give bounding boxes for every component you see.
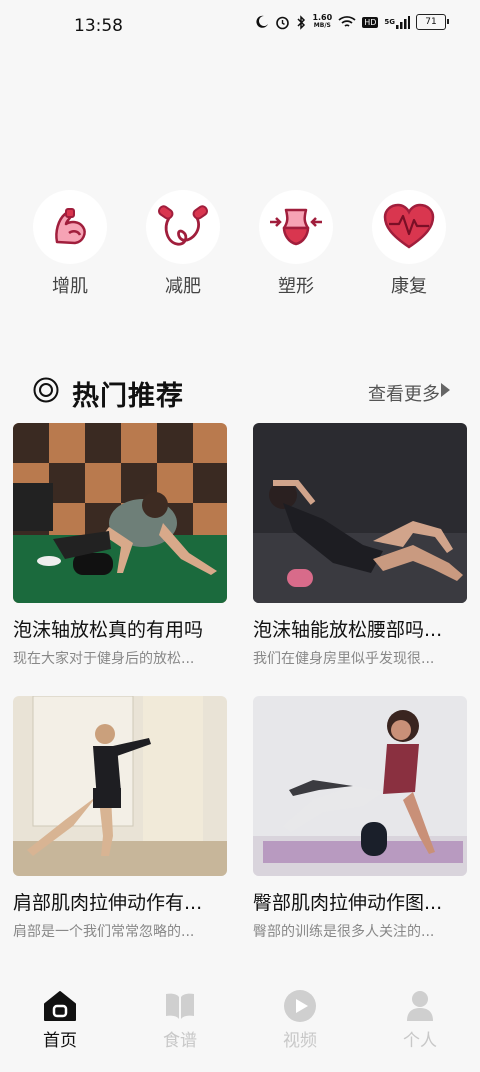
battery-icon: 71 [416,14,449,30]
net-speed: 1.60 MB/S [312,13,333,30]
category-label: 康复 [391,276,427,297]
waist-icon [259,190,333,264]
article-desc: 肩部是一个我们常常忽略的... [13,924,195,940]
article-title: 泡沫轴放松真的有用吗 [13,619,204,641]
status-time: 13:58 [74,16,123,36]
article-thumbnail [253,696,467,876]
tab-label: 个人 [403,1031,437,1051]
article-title: 泡沫轴能放松腰部吗... [253,619,443,641]
category-label: 减肥 [165,276,201,297]
category-rehab[interactable]: 康复 [364,190,454,298]
category-label: 塑形 [278,276,314,297]
status-bar: 13:58 1.60 MB/S HD 5G 71 [0,0,480,56]
category-weight-loss[interactable]: 减肥 [138,190,228,298]
hd-badge: HD [362,16,379,28]
article-thumbnail [13,696,227,876]
person-icon [400,988,440,1024]
heart-icon [372,190,446,264]
article-thumbnail [13,423,227,603]
tab-videos[interactable]: 视频 [260,988,340,1051]
wifi-icon [338,15,356,29]
tab-label: 视频 [283,1031,317,1051]
status-icons: 1.60 MB/S HD 5G 71 [255,13,449,30]
article-thumbnail [253,423,467,603]
tab-label: 食谱 [163,1031,197,1051]
category-muscle[interactable]: 增肌 [25,190,115,298]
category-shaping[interactable]: 塑形 [251,190,341,298]
article-card[interactable]: 臀部肌肉拉伸动作图... 臀部的训练是很多人关注的... [253,696,467,941]
jump-rope-icon [146,190,220,264]
article-desc: 臀部的训练是很多人关注的... [253,924,435,940]
article-title: 臀部肌肉拉伸动作图... [253,892,443,914]
article-title: 肩部肌肉拉伸动作有... [13,892,203,914]
article-card[interactable]: 泡沫轴放松真的有用吗 现在大家对于健身后的放松... [13,423,227,668]
article-desc: 现在大家对于健身后的放松... [13,651,195,667]
view-more-link[interactable]: 查看更多 [368,380,440,406]
tab-home[interactable]: 首页 [20,988,100,1051]
moon-icon [255,15,269,29]
target-icon [33,377,59,403]
home-icon [40,988,80,1024]
tab-recipes[interactable]: 食谱 [140,988,220,1051]
recommend-header: 热门推荐 查看更多 [0,368,480,414]
tab-profile[interactable]: 个人 [380,988,460,1051]
muscle-icon [33,190,107,264]
article-card[interactable]: 肩部肌肉拉伸动作有... 肩部是一个我们常常忽略的... [13,696,227,941]
category-label: 增肌 [52,276,88,297]
signal-icon: 5G [384,15,410,29]
play-icon [280,988,320,1024]
book-icon [160,988,200,1024]
article-desc: 我们在健身房里似乎发现很... [253,651,435,667]
tab-label: 首页 [43,1031,77,1051]
bottom-tab-bar: 首页 食谱 视频 个人 [0,980,480,1072]
category-row: 增肌 减肥 塑形 康复 [0,190,480,310]
alarm-icon [275,15,290,30]
chevron-right-icon[interactable] [441,383,450,397]
section-title: 热门推荐 [72,381,184,412]
article-card[interactable]: 泡沫轴能放松腰部吗... 我们在健身房里似乎发现很... [253,423,467,668]
bluetooth-icon [296,14,306,30]
